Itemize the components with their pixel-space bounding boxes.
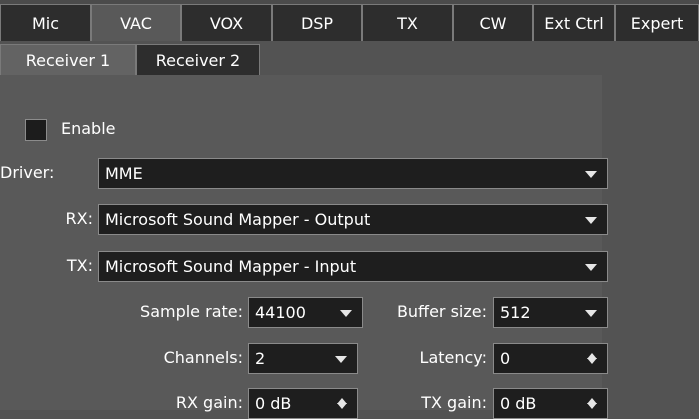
tab-expert[interactable]: Expert [615, 4, 699, 41]
tab-dsp[interactable]: DSP [272, 4, 362, 41]
sample-rate-label: Sample rate: [140, 302, 243, 321]
tx-gain-label: TX gain: [421, 393, 487, 412]
tx-gain-spinbox[interactable]: 0 dB [493, 388, 608, 419]
rx-device-dropdown[interactable]: Microsoft Sound Mapper - Output [98, 204, 608, 235]
rx-gain-spinbox[interactable]: 0 dB [248, 388, 358, 419]
channels-label: Channels: [163, 348, 243, 367]
chevron-down-icon [585, 216, 597, 224]
buffer-size-label: Buffer size: [396, 302, 487, 321]
latency-value: 0 [500, 349, 511, 368]
tab-label: VAC [120, 13, 152, 33]
subtab-label: Receiver 2 [155, 50, 241, 70]
rx-gain-label: RX gain: [175, 393, 243, 412]
tab-cw[interactable]: CW [453, 4, 533, 41]
spin-down-icon[interactable] [587, 358, 597, 364]
rx-gain-value: 0 dB [255, 394, 292, 413]
tx-gain-value: 0 dB [500, 394, 537, 413]
enable-label: Enable [61, 119, 116, 138]
driver-value: MME [105, 164, 143, 183]
chevron-down-icon [340, 309, 352, 317]
chevron-down-icon [335, 355, 347, 363]
channels-value: 2 [255, 349, 266, 368]
enable-checkbox[interactable] [25, 119, 47, 141]
tab-receiver-1[interactable]: Receiver 1 [0, 44, 136, 75]
tab-label: DSP [300, 13, 334, 33]
tab-bar: Mic VAC VOX DSP TX CW Ext Ctrl Expert [0, 0, 699, 41]
tab-label: Mic [31, 13, 60, 33]
sample-rate-value: 44100 [255, 303, 306, 322]
buffer-size-dropdown[interactable]: 512 [493, 297, 608, 328]
tab-tx[interactable]: TX [362, 4, 453, 41]
tx-device-value: Microsoft Sound Mapper - Input [105, 257, 357, 276]
latency-spinbox[interactable]: 0 [493, 343, 608, 374]
tab-vox[interactable]: VOX [181, 4, 272, 41]
tab-receiver-2[interactable]: Receiver 2 [136, 44, 260, 75]
rx-device-label: RX: [65, 209, 93, 228]
rx-device-value: Microsoft Sound Mapper - Output [105, 210, 371, 229]
spin-down-icon[interactable] [587, 403, 597, 409]
tab-label: TX [397, 13, 418, 33]
tab-label: VOX [209, 13, 244, 33]
driver-dropdown[interactable]: MME [98, 158, 608, 189]
tab-label: CW [479, 13, 507, 33]
chevron-down-icon [585, 309, 597, 317]
subtab-label: Receiver 1 [25, 50, 111, 70]
sample-rate-dropdown[interactable]: 44100 [248, 297, 363, 328]
latency-label: Latency: [419, 348, 487, 367]
chevron-down-icon [585, 170, 597, 178]
spin-down-icon[interactable] [337, 403, 347, 409]
tab-ext-ctrl[interactable]: Ext Ctrl [533, 4, 615, 41]
buffer-size-value: 512 [500, 303, 531, 322]
chevron-down-icon [585, 263, 597, 271]
tx-device-label: TX: [66, 256, 93, 275]
tx-device-dropdown[interactable]: Microsoft Sound Mapper - Input [98, 251, 608, 282]
driver-label: Driver: [0, 163, 55, 182]
tab-label: Expert [630, 13, 684, 33]
tab-mic[interactable]: Mic [0, 4, 91, 41]
tab-label: Ext Ctrl [544, 13, 604, 33]
tab-vac[interactable]: VAC [91, 4, 181, 41]
channels-dropdown[interactable]: 2 [248, 343, 358, 374]
